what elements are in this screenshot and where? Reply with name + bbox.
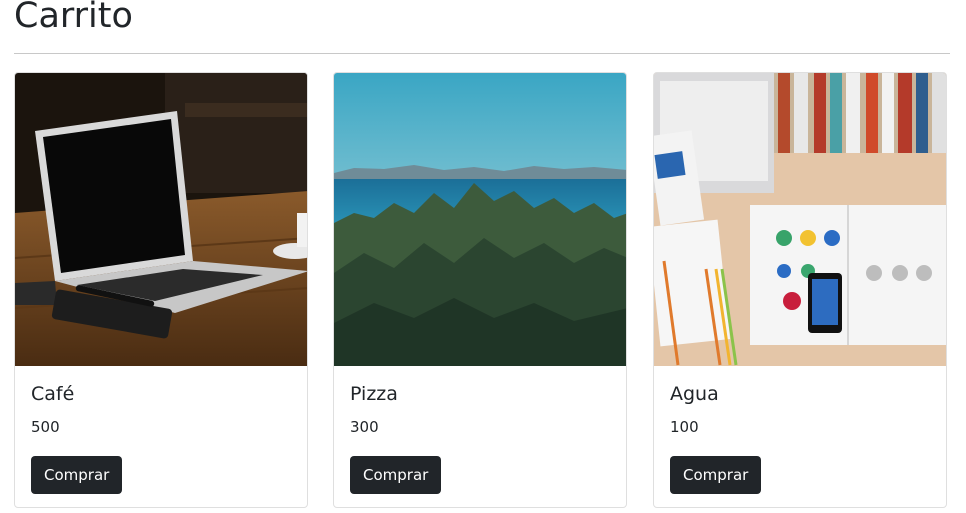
- product-name: Café: [31, 383, 75, 405]
- product-price: 100: [670, 418, 699, 436]
- buy-button-cafe[interactable]: Comprar: [31, 456, 123, 494]
- page: Carrito Café 500 Comprar Pizza 300 Compr…: [0, 0, 966, 513]
- page-title: Carrito: [14, 0, 133, 36]
- product-card-agua: Agua 100 Comprar: [653, 72, 947, 508]
- product-image-forest: [334, 73, 626, 366]
- product-name: Agua: [670, 383, 719, 405]
- product-name: Pizza: [350, 383, 398, 405]
- buy-button-pizza[interactable]: Comprar: [350, 456, 442, 494]
- title-divider: [14, 53, 950, 54]
- product-card-cafe: Café 500 Comprar: [14, 72, 308, 508]
- buy-button-agua[interactable]: Comprar: [670, 456, 762, 494]
- product-image-desk: [654, 73, 946, 366]
- product-price: 300: [350, 418, 379, 436]
- product-card-pizza: Pizza 300 Comprar: [333, 72, 627, 508]
- product-price: 500: [31, 418, 60, 436]
- product-image-laptop: [15, 73, 307, 366]
